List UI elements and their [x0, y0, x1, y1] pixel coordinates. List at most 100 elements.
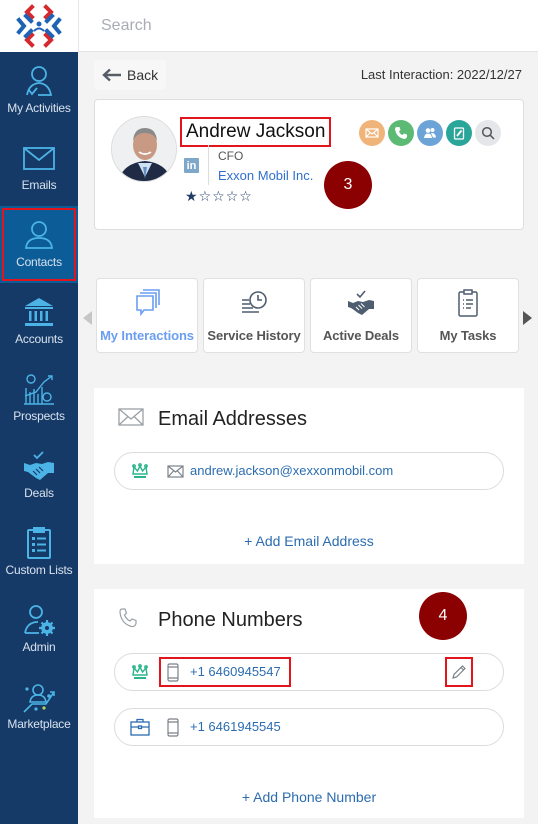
- star-icon[interactable]: ☆: [199, 189, 212, 203]
- tab-service-history[interactable]: Service History: [203, 278, 305, 353]
- sidebar-item-label: Admin: [22, 640, 56, 654]
- marketplace-icon: [23, 684, 55, 713]
- bank-icon: [25, 298, 53, 326]
- contact-title: CFO: [218, 149, 244, 163]
- envelope-icon: [167, 465, 184, 478]
- top-bar: [78, 0, 538, 52]
- quick-actions: [359, 120, 501, 146]
- handshake-icon: [348, 290, 374, 315]
- linkedin-icon[interactable]: in: [184, 158, 199, 173]
- profile-card: Andrew Jackson in CFO Exxon Mobil Inc. ★…: [94, 99, 524, 230]
- user-gear-icon: [24, 605, 55, 636]
- rating-stars: ★ ☆ ☆ ☆ ☆: [185, 189, 252, 203]
- back-label: Back: [127, 67, 159, 83]
- email-action-button[interactable]: [359, 120, 385, 146]
- search-input[interactable]: [101, 12, 521, 40]
- envelope-icon: [23, 147, 55, 170]
- tab-label: Active Deals: [322, 328, 400, 343]
- mobile-phone-icon: [167, 663, 179, 682]
- sidebar-item-admin[interactable]: Admin: [0, 591, 78, 668]
- sidebar: My Activities Emails Contacts Accounts P…: [0, 0, 78, 824]
- sidebar-item-label: Deals: [24, 486, 54, 500]
- avatar-photo: [112, 117, 176, 181]
- section-title: Phone Numbers: [158, 609, 303, 631]
- phone-item: +1 6460945547: [114, 653, 504, 691]
- tab-label: Service History: [207, 328, 301, 343]
- phone-icon: [395, 127, 407, 139]
- tab-active-deals[interactable]: Active Deals: [310, 278, 412, 353]
- company-link[interactable]: Exxon Mobil Inc.: [218, 168, 313, 183]
- edit-note-icon: [453, 127, 465, 140]
- sidebar-item-label: Accounts: [15, 332, 63, 346]
- phone-item: +1 6461945545: [114, 708, 504, 746]
- phone-value[interactable]: +1 6461945545: [190, 719, 281, 734]
- chart-gears-icon: [24, 374, 54, 405]
- arrow-left-icon: [102, 68, 121, 82]
- sidebar-item-label: My Activities: [7, 101, 71, 115]
- people-icon: [424, 128, 436, 138]
- clipboard-list-icon: [458, 289, 478, 317]
- tabs-scroll-left[interactable]: [83, 311, 92, 325]
- add-email-link[interactable]: + Add Email Address: [94, 533, 524, 549]
- edit-phone-button[interactable]: [445, 657, 473, 687]
- email-addresses-section: Email Addresses andrew.jackson@xexxonmob…: [94, 388, 524, 564]
- avatar: [111, 116, 177, 182]
- call-action-button[interactable]: [388, 120, 414, 146]
- sidebar-item-deals[interactable]: Deals: [0, 437, 78, 514]
- person-icon: [25, 221, 53, 249]
- email-item: andrew.jackson@xexxonmobil.com: [114, 452, 504, 490]
- pencil-icon: [452, 665, 466, 679]
- sidebar-item-accounts[interactable]: Accounts: [0, 283, 78, 360]
- envelope-icon: [118, 408, 144, 426]
- search-action-button[interactable]: [475, 120, 501, 146]
- search-icon: [481, 126, 495, 140]
- back-button[interactable]: Back: [94, 60, 166, 90]
- tab-label: My Tasks: [439, 328, 497, 343]
- sidebar-item-label: Contacts: [16, 255, 62, 269]
- meeting-action-button[interactable]: [417, 120, 443, 146]
- crown-icon[interactable]: [131, 663, 149, 681]
- phone-value[interactable]: +1 6460945547: [190, 664, 281, 679]
- star-icon[interactable]: ☆: [239, 189, 252, 203]
- sidebar-item-emails[interactable]: Emails: [0, 129, 78, 206]
- sidebar-item-my-activities[interactable]: My Activities: [0, 52, 78, 129]
- star-icon[interactable]: ☆: [226, 189, 239, 203]
- star-icon[interactable]: ★: [185, 189, 198, 203]
- phone-icon: [119, 608, 137, 628]
- user-check-icon: [26, 66, 53, 96]
- mobile-phone-icon: [167, 718, 179, 737]
- note-action-button[interactable]: [446, 120, 472, 146]
- sidebar-item-label: Emails: [21, 178, 57, 192]
- add-phone-link[interactable]: + Add Phone Number: [94, 789, 524, 805]
- chat-stack-icon: [136, 289, 160, 317]
- tabs-scroll-right[interactable]: [523, 311, 532, 325]
- envelope-icon: [365, 128, 379, 138]
- sidebar-nav: My Activities Emails Contacts Accounts P…: [0, 52, 78, 745]
- annotation-badge-4: 4: [419, 592, 467, 640]
- tabs: My Interactions Service History Active D…: [96, 278, 519, 353]
- sidebar-item-label: Prospects: [13, 409, 65, 423]
- sidebar-item-label: Marketplace: [7, 717, 71, 731]
- email-value[interactable]: andrew.jackson@xexxonmobil.com: [190, 463, 393, 478]
- crown-icon[interactable]: [131, 462, 149, 480]
- sidebar-item-prospects[interactable]: Prospects: [0, 360, 78, 437]
- history-clock-icon: [242, 291, 267, 313]
- sidebar-item-marketplace[interactable]: Marketplace: [0, 668, 78, 745]
- phone-numbers-section: Phone Numbers +1 6460945547 +1 646194554…: [94, 589, 524, 818]
- tab-my-tasks[interactable]: My Tasks: [417, 278, 519, 353]
- annotation-badge-3: 3: [324, 161, 372, 209]
- logo-icon: [16, 4, 62, 48]
- sidebar-item-label: Custom Lists: [5, 563, 73, 577]
- section-title: Email Addresses: [158, 408, 307, 430]
- app-root: My Activities Emails Contacts Accounts P…: [0, 0, 538, 824]
- divider: [208, 145, 209, 185]
- tab-my-interactions[interactable]: My Interactions: [96, 278, 198, 353]
- star-icon[interactable]: ☆: [212, 189, 225, 203]
- sidebar-item-custom-lists[interactable]: Custom Lists: [0, 514, 78, 591]
- briefcase-icon[interactable]: [130, 718, 150, 736]
- tab-label: My Interactions: [100, 328, 194, 343]
- logo[interactable]: [0, 0, 78, 52]
- sidebar-item-contacts[interactable]: Contacts: [0, 206, 78, 283]
- handshake-icon: [24, 451, 54, 480]
- last-interaction: Last Interaction: 2022/12/27: [360, 67, 522, 82]
